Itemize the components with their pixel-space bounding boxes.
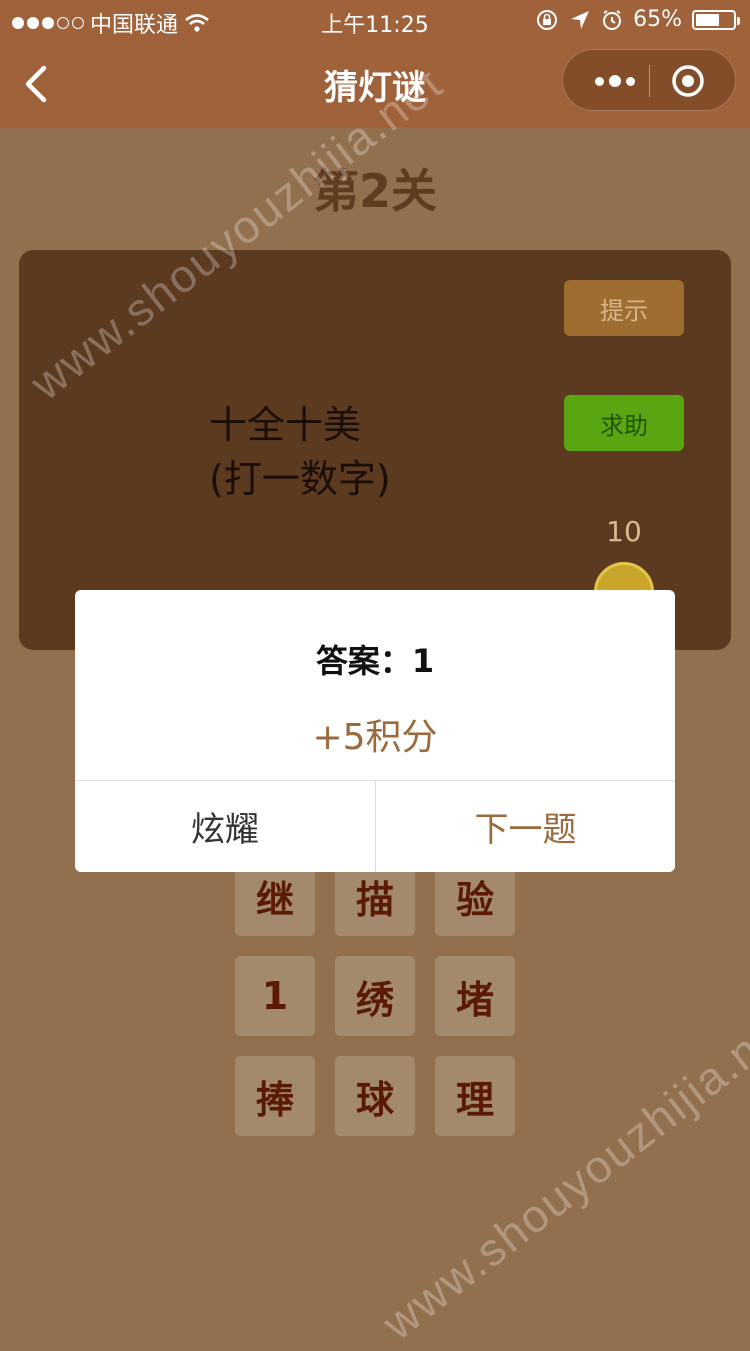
grid-cell[interactable]: 堵 [435, 956, 515, 1036]
score-text: +5积分 [312, 717, 438, 758]
mini-program-capsule [562, 49, 736, 111]
hint-button[interactable]: 提示 [564, 280, 684, 336]
riddle-text: 十全十美 (打一数字) [209, 398, 391, 506]
alarm-icon [603, 9, 622, 30]
next-question-button[interactable]: 下一题 [376, 781, 675, 872]
battery-percent: 65% [633, 7, 682, 32]
help-button[interactable]: 求助 [564, 395, 684, 451]
status-bar: 中国联通 上午11:25 65% [0, 0, 750, 40]
riddle-line-2: (打一数字) [209, 457, 391, 501]
answer-dialog: 答案：1 +5积分 炫耀 下一题 [75, 590, 675, 872]
show-off-button[interactable]: 炫耀 [75, 781, 375, 872]
more-dots-icon[interactable] [585, 66, 645, 96]
coin-count: 10 [606, 515, 642, 548]
grid-cell[interactable]: 1 [235, 956, 315, 1036]
rotation-lock-icon [537, 9, 558, 30]
grid-cell[interactable]: 球 [335, 1056, 415, 1136]
battery-icon [692, 9, 740, 30]
riddle-line-1: 十全十美 [209, 403, 362, 447]
grid-cell[interactable]: 绣 [335, 956, 415, 1036]
location-arrow-icon [571, 10, 590, 29]
level-title: 第2关 [312, 164, 437, 218]
capsule-divider [649, 65, 650, 97]
answer-text: 答案：1 [315, 642, 435, 680]
grid-cell[interactable]: 理 [435, 1056, 515, 1136]
target-circle-icon[interactable] [671, 64, 705, 98]
battery-fill [696, 13, 719, 26]
status-right: 65% [535, 7, 740, 32]
watermark-text: www.shouyouzhijia.net [372, 996, 750, 1350]
grid-cell[interactable]: 捧 [235, 1056, 315, 1136]
